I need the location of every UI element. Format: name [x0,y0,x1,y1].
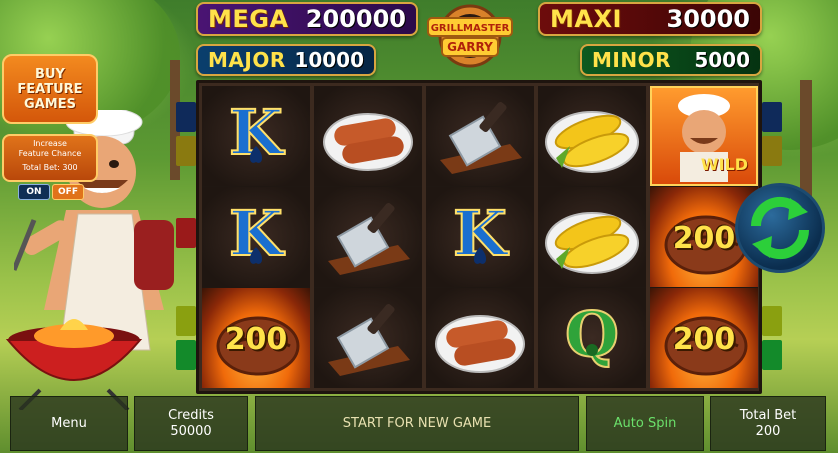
corn-symbol-icon [545,111,639,173]
symbol-k: K [202,86,310,186]
symbol-steak: 200 [202,288,310,388]
credits-label: Credits [168,407,214,423]
payline-marker [176,306,196,336]
k-symbol-icon: K [228,196,286,271]
status-message: START FOR NEW GAME [255,396,579,451]
payline-marker [762,102,782,132]
svg-text:Q: Q [565,298,619,371]
buy-feature-games-button[interactable]: BUY FEATURE GAMES [2,54,98,124]
symbol-cleaver [426,86,534,186]
corn-symbol-icon [545,212,639,274]
symbol-steak: 200 [650,288,758,388]
total-bet-label: Total Bet [739,407,797,423]
symbol-sausages [426,288,534,388]
svg-text:GARRY: GARRY [447,40,493,54]
buy-feature-games-label: BUY FEATURE GAMES [17,66,83,112]
bottom-bar: Menu Credits 50000 START FOR NEW GAME Au… [0,394,838,453]
jackpot-minor: MINOR 5000 [580,44,762,76]
reel-1: K K 200 [202,86,310,388]
payline-marker [176,218,196,248]
increase-total-bet-text: Total Bet: 300 [22,163,78,172]
jackpot-minor-value: 5000 [694,48,750,72]
reels-frame: K K 200 K Q WILD 200 200 [196,80,762,394]
cleaver-symbol-icon [328,303,410,376]
symbol-corn [538,187,646,287]
menu-label: Menu [51,416,87,431]
increase-label: Increase [33,139,67,148]
auto-spin-label: Auto Spin [613,416,677,431]
symbol-k: K [426,187,534,287]
wild-label: WILD [700,155,748,174]
auto-spin-button[interactable]: Auto Spin [586,396,704,451]
refresh-arrows-icon [750,196,810,260]
symbol-corn [538,86,646,186]
symbol-value: 200 [672,322,736,357]
total-bet-value: 200 [755,423,781,439]
jackpot-minor-label: MINOR [592,48,671,72]
reel-4: Q [538,86,646,388]
credits-display: Credits 50000 [134,396,248,451]
increase-feature-chance-panel: Increase Feature Chance Total Bet: 300 [2,134,98,182]
symbol-cleaver [314,288,422,388]
jackpot-maxi: MAXI 30000 [538,2,762,36]
payline-marker [762,136,782,166]
symbol-k: K [202,187,310,287]
feature-chance-on-toggle[interactable]: ON [18,184,50,200]
sausages-symbol-icon [323,113,413,171]
credits-value: 50000 [170,423,212,439]
reel-2 [314,86,422,388]
sausages-symbol-icon [435,315,525,373]
reel-3: K [426,86,534,388]
payline-marker [176,136,196,166]
spin-button[interactable] [735,183,825,273]
jackpot-mega-value: 200000 [305,5,406,33]
jackpot-major: MAJOR 10000 [196,44,376,76]
cleaver-symbol-icon [328,202,410,275]
jackpot-major-label: MAJOR [208,48,286,72]
jackpot-mega-label: MEGA [208,5,289,33]
game-logo: GRILLMASTER GARRY [427,4,513,68]
symbol-q: Q [538,288,646,388]
start-message-text: START FOR NEW GAME [342,416,492,431]
jackpot-maxi-label: MAXI [550,5,622,33]
jackpot-mega: MEGA 200000 [196,2,418,36]
symbol-wild: WILD [650,86,758,186]
payline-marker [176,102,196,132]
total-bet-display[interactable]: Total Bet 200 [710,396,826,451]
symbol-cleaver [314,187,422,287]
payline-marker [176,340,196,370]
feature-chance-label: Feature Chance [18,149,82,158]
feature-chance-off-toggle[interactable]: OFF [52,184,84,200]
payline-marker [762,340,782,370]
svg-text:GRILLMASTER: GRILLMASTER [431,23,510,34]
cleaver-symbol-icon [440,101,522,174]
payline-marker [762,306,782,336]
jackpot-maxi-value: 30000 [666,5,751,33]
menu-button[interactable]: Menu [10,396,128,451]
k-symbol-icon: K [452,196,510,271]
q-symbol-icon: Q [564,297,620,372]
symbol-sausages [314,86,422,186]
k-symbol-icon: K [228,95,286,170]
symbol-value: 200 [224,322,288,357]
jackpot-major-value: 10000 [294,48,364,72]
